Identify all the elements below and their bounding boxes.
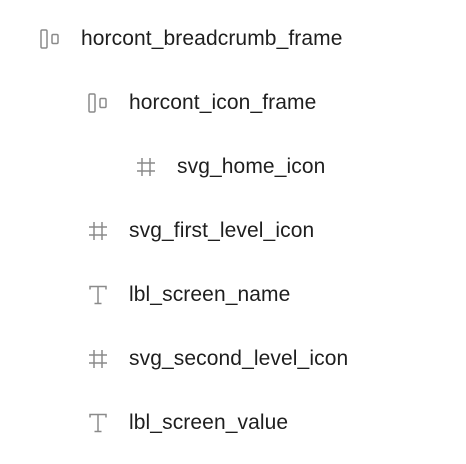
frame-hash-icon [86,347,110,371]
layer-label: svg_first_level_icon [129,219,315,242]
layer-label: horcont_icon_frame [129,91,317,114]
layer-label: lbl_screen_name [129,283,291,306]
layer-row-horcont-icon-frame[interactable]: horcont_icon_frame [0,71,466,135]
layer-label: svg_second_level_icon [129,347,349,370]
layer-row-lbl-screen-value[interactable]: lbl_screen_value [0,391,466,455]
layer-label: svg_home_icon [177,155,326,178]
layer-row-svg-second-level-icon[interactable]: svg_second_level_icon [0,327,466,391]
layer-row-lbl-screen-name[interactable]: lbl_screen_name [0,263,466,327]
frame-hash-icon [86,219,110,243]
layer-row-horcont-breadcrumb-frame[interactable]: horcont_breadcrumb_frame [0,7,466,71]
layer-label: horcont_breadcrumb_frame [81,27,343,50]
text-icon [86,283,110,307]
layer-row-svg-home-icon[interactable]: svg_home_icon [0,135,466,199]
text-icon [86,411,110,435]
frame-hash-icon [134,155,158,179]
horizontal-auto-layout-icon [86,91,110,115]
layer-row-svg-first-level-icon[interactable]: svg_first_level_icon [0,199,466,263]
layers-panel: horcont_breadcrumb_frame horcont_icon_fr… [0,0,466,464]
layer-label: lbl_screen_value [129,411,289,434]
horizontal-auto-layout-icon [38,27,62,51]
